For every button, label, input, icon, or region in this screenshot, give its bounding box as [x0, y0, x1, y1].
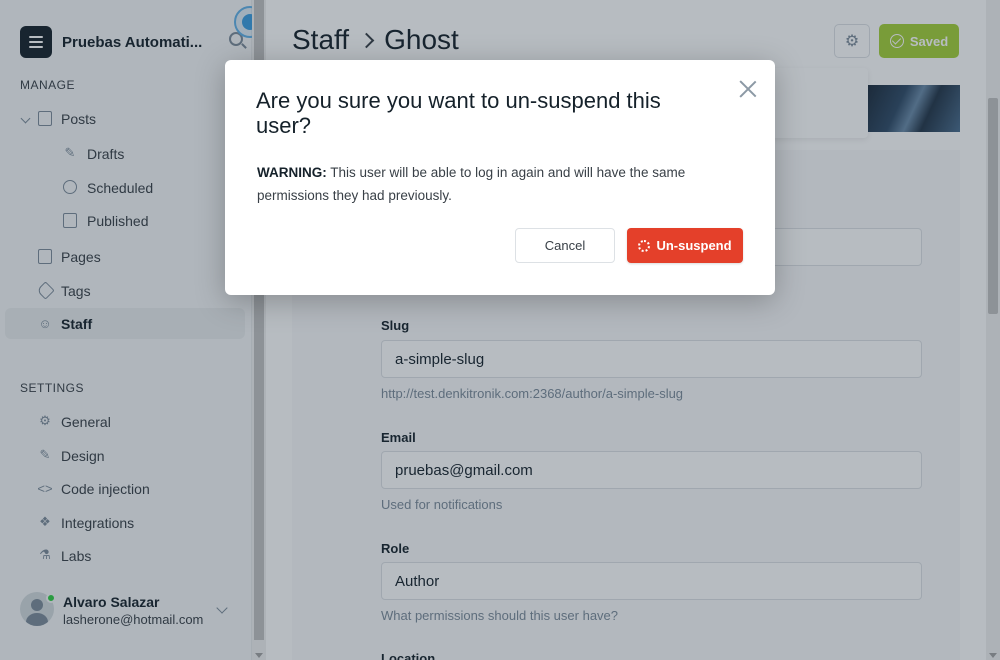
- modal-title: Are you sure you want to un-suspend this…: [256, 88, 661, 138]
- cancel-button[interactable]: Cancel: [515, 228, 615, 263]
- unsuspend-modal: Are you sure you want to un-suspend this…: [225, 60, 775, 295]
- modal-body: WARNING: This user will be able to log i…: [257, 161, 737, 207]
- un-suspend-button-label: Un-suspend: [656, 238, 732, 253]
- warning-label: WARNING:: [257, 165, 327, 180]
- close-icon[interactable]: [737, 78, 759, 100]
- spinner-icon: [638, 239, 651, 252]
- un-suspend-button[interactable]: Un-suspend: [627, 228, 743, 263]
